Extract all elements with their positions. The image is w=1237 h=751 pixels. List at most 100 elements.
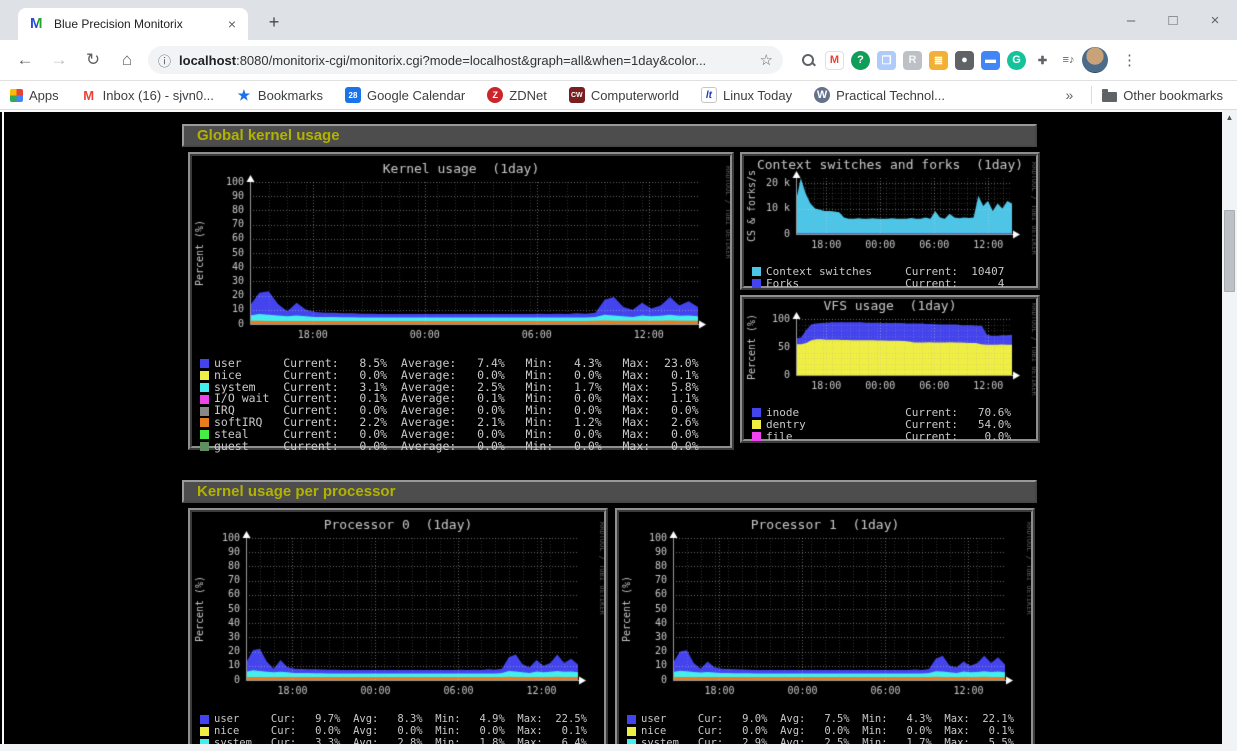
grid-icon [10,89,23,102]
folder-icon [1102,92,1117,102]
legend-text: nice Cur: 0.0% Avg: 0.0% Min: 0.0% Max: … [641,726,1014,738]
url-path: :8080/monitorix-cgi/monitorix.cgi?mode=l… [236,53,706,68]
bookmark-item-bookmarks[interactable]: ★ Bookmarks [236,87,323,103]
kernel-usage-graph[interactable] [192,156,730,352]
legend-row: nice Cur: 0.0% Avg: 0.0% Min: 0.0% Max: … [627,726,1031,738]
monitorix-page: Global kernel usage user Current: 8.5% A… [0,110,1237,751]
bookmark-label: Inbox (16) - sjvn0... [103,88,214,103]
tab-close-icon[interactable]: × [224,16,240,32]
zdnet-icon: Z [487,87,503,103]
gmail-extension-icon[interactable]: M [825,51,844,70]
processor0-graph[interactable] [192,512,604,708]
legend-swatch [200,383,209,392]
search-extension-icon[interactable] [799,51,818,70]
bookmark-star-icon[interactable]: ☆ [752,51,773,69]
legend-swatch [200,418,209,427]
legend-swatch [752,279,761,288]
cal-icon: 28 [345,87,361,103]
vertical-scrollbar[interactable]: ▲ [1222,110,1237,751]
legend-row: Forks Current: 4 [752,278,1036,290]
playlist-extension-icon[interactable]: ≡♪ [1059,51,1078,70]
section-header-kernel-per-processor: Kernel usage per processor [182,480,1037,503]
new-tab-button[interactable]: + [262,12,286,33]
cw-icon: CW [569,87,585,103]
bookmark-item-inbox-16-sjvn0[interactable]: M Inbox (16) - sjvn0... [81,87,214,103]
gmail-icon: M [81,87,97,103]
vfs-usage-legend: inode Current: 70.6%dentry Current: 54.0… [744,406,1036,442]
bookmark-label: Practical Technol... [836,88,945,103]
browser-menu-icon[interactable]: ⋮ [1116,51,1143,69]
window-controls: – □ × [1123,0,1223,40]
extensions-area: M? ❐ R ≣ ● ▬ G ✚ ≡♪ [799,51,1078,70]
forward-button[interactable]: → [45,46,73,74]
minimize-button[interactable]: – [1123,12,1139,29]
bookmark-label: Apps [29,88,59,103]
legend-swatch [752,432,761,441]
legend-swatch [627,715,636,724]
tab-title: Blue Precision Monitorix [54,17,224,31]
section-header-global-kernel: Global kernel usage [182,124,1037,147]
password-extension-icon[interactable]: ● [955,51,974,70]
page-top-edge [0,110,1237,112]
bookmark-label: Computerworld [591,88,679,103]
books-extension-icon[interactable]: ≣ [929,51,948,70]
hangouts-extension-icon[interactable]: ? [851,51,870,70]
bookmark-item-linux-today[interactable]: lt Linux Today [701,87,792,103]
back-button[interactable]: ← [11,46,39,74]
horizontal-scrollbar[interactable] [0,744,1222,751]
grammarly-extension-icon[interactable]: G [1007,51,1026,70]
r-extension-icon[interactable]: R [903,51,922,70]
bookmark-label: Google Calendar [367,88,465,103]
home-button[interactable]: ⌂ [113,46,141,74]
bookmark-label: Linux Today [723,88,792,103]
bookmarks-overflow-chevron[interactable]: » [1058,87,1082,103]
vfs-usage-panel: inode Current: 70.6%dentry Current: 54.0… [740,295,1040,443]
context-switches-legend: Context switches Current: 10407Forks Cur… [744,265,1036,290]
legend-row: file Current: 0.0% [752,431,1036,443]
bookmark-label: Bookmarks [258,88,323,103]
bookmark-item-practical-technol[interactable]: W Practical Technol... [814,87,945,103]
legend-text: file Current: 0.0% [766,431,1011,443]
processor1-graph[interactable] [619,512,1031,708]
window-close-button[interactable]: × [1207,12,1223,29]
page-info-icon[interactable]: ⓘ [158,51,171,70]
zoom-extension-icon[interactable]: ▬ [981,51,1000,70]
processor1-panel: user Cur: 9.0% Avg: 7.5% Min: 4.3% Max: … [615,508,1035,751]
context-switches-graph[interactable] [744,156,1036,260]
page-left-edge [2,110,4,751]
bookmark-item-apps[interactable]: Apps [10,88,59,103]
profile-avatar[interactable] [1082,47,1108,73]
browser-window: M Blue Precision Monitorix × + – □ × ← →… [0,0,1237,751]
wp-icon: W [814,87,830,103]
legend-swatch [627,727,636,736]
copy-pages-extension-icon[interactable]: ❐ [877,51,896,70]
address-bar[interactable]: ⓘ localhost :8080/monitorix-cgi/monitori… [148,46,783,74]
titlebar: M Blue Precision Monitorix × + – □ × [0,0,1237,40]
star-icon: ★ [236,87,252,103]
other-bookmarks-button[interactable]: Other bookmarks [1102,88,1223,103]
lt-icon: lt [701,87,717,103]
legend-text: dentry Current: 54.0% [766,419,1011,431]
legend-swatch [200,359,209,368]
other-bookmarks-label: Other bookmarks [1123,88,1223,103]
legend-swatch [200,395,209,404]
legend-swatch [200,442,209,451]
toolbar: ← → ↻ ⌂ ⓘ localhost :8080/monitorix-cgi/… [0,40,1237,81]
puzzle-extensions-icon[interactable]: ✚ [1033,51,1052,70]
maximize-button[interactable]: □ [1165,12,1181,29]
browser-tab[interactable]: M Blue Precision Monitorix × [18,8,248,40]
bookmark-item-computerworld[interactable]: CW Computerworld [569,87,679,103]
context-switches-panel: Context switches Current: 10407Forks Cur… [740,152,1040,290]
kernel-usage-legend: user Current: 8.5% Average: 7.4% Min: 4.… [192,357,730,452]
bookmark-item-zdnet[interactable]: ZZDNet [487,87,547,103]
bookmark-item-google-calendar[interactable]: 28 Google Calendar [345,87,465,103]
scrollbar-thumb[interactable] [1224,210,1235,292]
legend-text: Forks Current: 4 [766,278,1004,290]
monitorix-favicon: M [30,16,46,32]
vfs-usage-graph[interactable] [744,299,1036,401]
legend-text: nice Cur: 0.0% Avg: 0.0% Min: 0.0% Max: … [214,726,587,738]
bookmarks-separator [1091,86,1092,104]
scrollbar-up-arrow[interactable]: ▲ [1222,110,1237,126]
bookmark-items: Apps M Inbox (16) - sjvn0... ★ Bookmarks 28 Go… [10,87,967,103]
reload-button[interactable]: ↻ [79,46,107,74]
